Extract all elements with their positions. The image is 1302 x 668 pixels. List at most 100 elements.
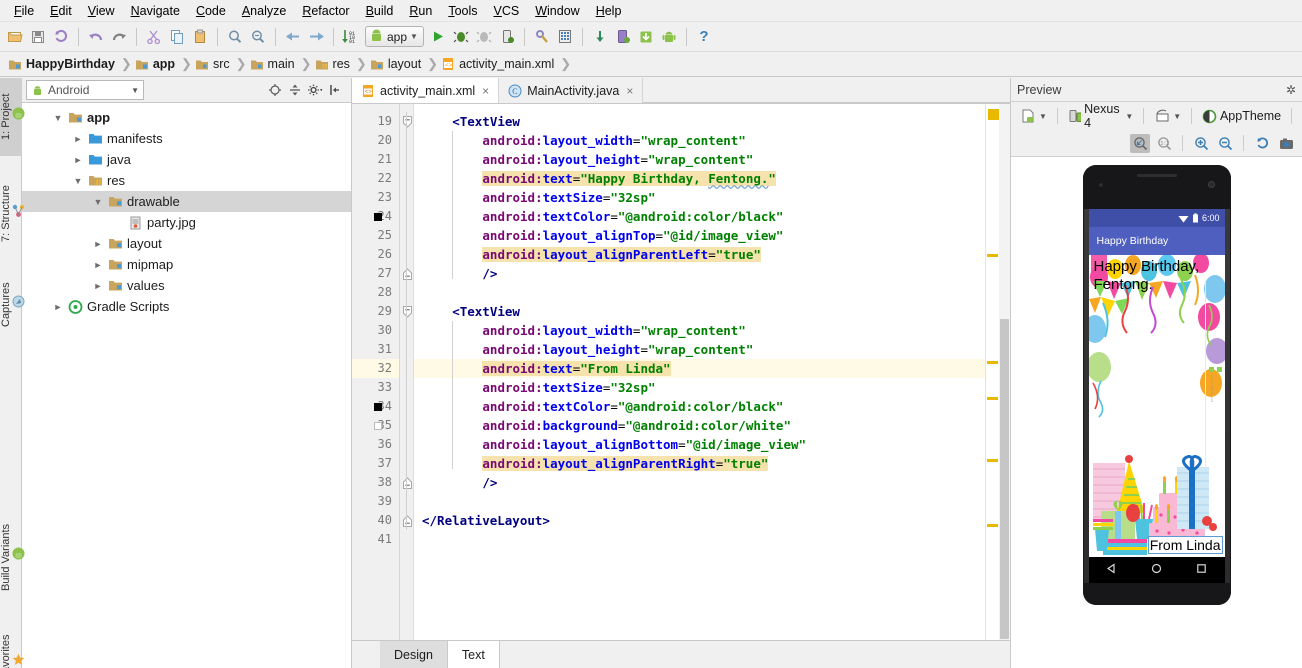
- menu-item-edit[interactable]: Edit: [42, 2, 80, 20]
- code-area[interactable]: 19 20 21 22 23 24 25 26 27 28 29 30 31 32 33 34 35 36 37 38…: [352, 104, 1010, 640]
- hide-panel-icon[interactable]: [326, 82, 343, 99]
- fold-close-icon[interactable]: [402, 268, 413, 280]
- code-line-34[interactable]: android:textColor="@android:color/black": [482, 397, 783, 416]
- code-line-30[interactable]: android:layout_width="wrap_content": [482, 321, 745, 340]
- warning-marker[interactable]: [987, 397, 998, 400]
- device-screen[interactable]: 6:00 Happy Birthday www.example.com Happ…: [1088, 209, 1225, 557]
- help-icon[interactable]: ?: [693, 26, 715, 48]
- find-replace-icon[interactable]: [247, 26, 269, 48]
- preview-canvas[interactable]: 6:00 Happy Birthday www.example.com Happ…: [1011, 156, 1302, 668]
- sync-icon[interactable]: [50, 26, 72, 48]
- menu-item-analyze[interactable]: Analyze: [234, 2, 294, 20]
- fold-open-icon[interactable]: [402, 306, 413, 318]
- chevron-right-icon[interactable]: ►: [92, 260, 104, 270]
- screenshot-icon[interactable]: [1276, 134, 1296, 153]
- code-line-32[interactable]: android:text="From Linda": [482, 359, 671, 378]
- config-icon[interactable]: ▼: [1017, 108, 1050, 124]
- gutter-color-swatch[interactable]: [374, 213, 382, 221]
- back-nav-icon[interactable]: [1106, 563, 1117, 577]
- tool-window-tab-1--project[interactable]: 1: Project: [0, 78, 25, 156]
- recents-nav-icon[interactable]: [1196, 563, 1207, 577]
- menu-item-help[interactable]: Help: [588, 2, 630, 20]
- zoom-out-icon[interactable]: [1215, 134, 1235, 153]
- code-line-40[interactable]: </RelativeLayout>: [422, 511, 550, 530]
- device-icon[interactable]: [612, 26, 634, 48]
- editor-tab-activity-main-xml[interactable]: <> activity_main.xml ×: [352, 78, 500, 103]
- theme-selector[interactable]: AppTheme: [1199, 109, 1284, 124]
- open-icon[interactable]: [4, 26, 26, 48]
- zoom-to-fit-icon[interactable]: [1130, 133, 1150, 153]
- text-view-greeting[interactable]: Happy Birthday, Fentong.: [1094, 258, 1225, 294]
- code-line-24[interactable]: android:textColor="@android:color/black": [482, 207, 783, 226]
- gutter-color-swatch[interactable]: [374, 422, 382, 430]
- chevron-down-icon[interactable]: ▼: [1125, 112, 1133, 121]
- debug-icon[interactable]: [450, 26, 472, 48]
- paste-icon[interactable]: [189, 26, 211, 48]
- refresh-icon[interactable]: [1252, 134, 1272, 153]
- breadcrumb-item-res[interactable]: res: [313, 57, 356, 71]
- home-nav-icon[interactable]: [1151, 563, 1162, 577]
- warning-marker[interactable]: [987, 254, 998, 257]
- back-icon[interactable]: [282, 26, 304, 48]
- attach-debugger-icon[interactable]: [496, 26, 518, 48]
- code-line-37[interactable]: android:layout_alignParentRight="true": [482, 454, 769, 473]
- code-line-20[interactable]: android:layout_width="wrap_content": [482, 131, 745, 150]
- avd-manager-icon[interactable]: [554, 26, 576, 48]
- menu-item-window[interactable]: Window: [527, 2, 587, 20]
- save-all-icon[interactable]: [27, 26, 49, 48]
- tree-item-mipmap[interactable]: ► mipmap: [22, 254, 351, 275]
- chevron-right-icon[interactable]: ►: [72, 155, 84, 165]
- zoom-in-icon[interactable]: [1191, 134, 1211, 153]
- code-line-38[interactable]: />: [482, 473, 497, 492]
- chevron-down-icon[interactable]: ▼: [410, 32, 418, 41]
- text-view-signature[interactable]: From Linda: [1147, 536, 1223, 554]
- project-scope-selector[interactable]: Android ▼: [26, 80, 144, 100]
- fold-close-icon[interactable]: [402, 477, 413, 489]
- code-line-21[interactable]: android:layout_height="wrap_content": [482, 150, 753, 169]
- tree-item-java[interactable]: ► java: [22, 149, 351, 170]
- chevron-down-icon[interactable]: ▼: [1173, 112, 1181, 121]
- code-line-27[interactable]: />: [482, 264, 497, 283]
- editor-tab-mainactivity-java[interactable]: C MainActivity.java ×: [499, 78, 644, 103]
- menu-item-file[interactable]: File: [6, 2, 42, 20]
- warning-marker[interactable]: [987, 361, 998, 364]
- locate-icon[interactable]: [266, 82, 283, 99]
- menu-item-navigate[interactable]: Navigate: [123, 2, 188, 20]
- chevron-right-icon[interactable]: ►: [72, 134, 84, 144]
- collapse-all-icon[interactable]: [286, 82, 303, 99]
- error-marker-bar[interactable]: [985, 104, 999, 640]
- warning-marker[interactable]: [987, 524, 998, 527]
- code-line-35[interactable]: android:background="@android:color/white…: [482, 416, 791, 435]
- forward-icon[interactable]: [305, 26, 327, 48]
- code-line-26[interactable]: android:layout_alignParentLeft="true": [482, 245, 761, 264]
- chevron-down-icon[interactable]: ▼: [52, 113, 64, 123]
- menu-item-code[interactable]: Code: [188, 2, 234, 20]
- android-nav-bar[interactable]: [1088, 557, 1225, 583]
- sdk-manager-icon[interactable]: [531, 26, 553, 48]
- code-text[interactable]: <TextView android:layout_width="wrap_cont…: [414, 104, 985, 640]
- tree-item-values[interactable]: ► values: [22, 275, 351, 296]
- code-line-19[interactable]: <TextView: [452, 112, 520, 131]
- tool-window-tab-2--favorites[interactable]: 2: Favorites: [0, 618, 25, 668]
- project-tree[interactable]: ▼app►manifests►java▼res▼drawable•party.j…: [22, 103, 351, 668]
- editor-vertical-scrollbar[interactable]: [999, 104, 1010, 640]
- scrollbar-thumb[interactable]: [1000, 319, 1009, 639]
- find-icon[interactable]: [224, 26, 246, 48]
- breadcrumb-item-main[interactable]: main: [248, 57, 301, 71]
- chevron-down-icon[interactable]: ▼: [92, 197, 104, 207]
- code-line-29[interactable]: <TextView: [452, 302, 520, 321]
- tree-item-app[interactable]: ▼ app: [22, 107, 351, 128]
- zoom-actual-icon[interactable]: 1:1: [1154, 134, 1174, 153]
- tool-window-tab-captures[interactable]: Captures: [0, 268, 25, 342]
- close-icon[interactable]: ×: [626, 84, 633, 98]
- tree-item-gradle-scripts[interactable]: ► Gradle Scripts: [22, 296, 351, 317]
- code-line-31[interactable]: android:layout_height="wrap_content": [482, 340, 753, 359]
- code-line-23[interactable]: android:textSize="32sp": [482, 188, 655, 207]
- run-configuration-selector[interactable]: app ▼: [365, 26, 424, 47]
- tree-item-res[interactable]: ▼ res: [22, 170, 351, 191]
- tree-item-drawable[interactable]: ▼ drawable: [22, 191, 351, 212]
- tree-item-party-jpg[interactable]: • party.jpg: [22, 212, 351, 233]
- chevron-down-icon[interactable]: ▼: [131, 86, 139, 95]
- run-icon[interactable]: [427, 26, 449, 48]
- code-line-25[interactable]: android:layout_alignTop="@id/image_view": [482, 226, 783, 245]
